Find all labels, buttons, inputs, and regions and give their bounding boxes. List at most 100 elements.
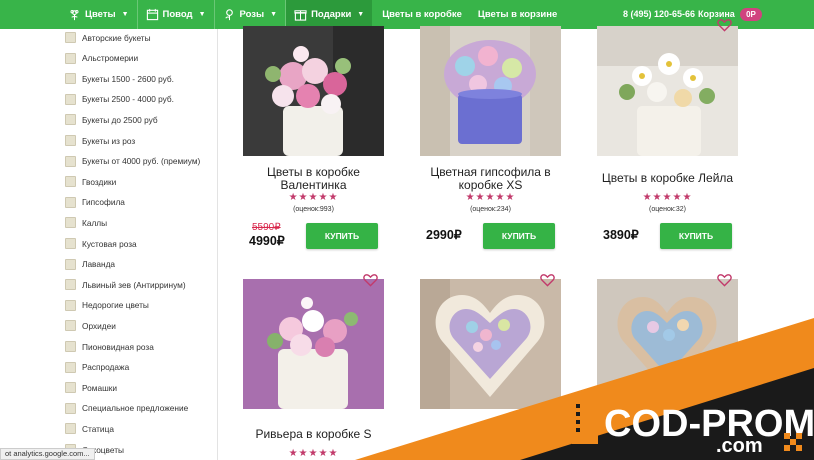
product-name[interactable]: Ривьера в коробке S bbox=[243, 428, 384, 441]
nav-item-label: Розы bbox=[239, 9, 265, 20]
nav-item-occasion[interactable]: Повод ▼ bbox=[138, 0, 214, 29]
product-image[interactable] bbox=[597, 279, 738, 409]
checkbox[interactable] bbox=[65, 258, 76, 270]
coupon-icon bbox=[572, 398, 598, 444]
checkbox[interactable] bbox=[65, 135, 76, 146]
checkbox[interactable] bbox=[65, 155, 76, 167]
filter-label: Орхидеи bbox=[82, 320, 116, 331]
filter-label: Специальное предложение bbox=[82, 403, 189, 414]
filter-checkbox-item[interactable]: Гипсофила bbox=[65, 196, 125, 208]
checkbox[interactable] bbox=[65, 73, 76, 85]
rating-count: (оценок:993) bbox=[293, 206, 334, 213]
product-name[interactable]: Цветы в коробке Лейла bbox=[597, 172, 738, 185]
nav-item-label: Повод bbox=[162, 9, 193, 20]
filter-checkbox-item[interactable]: Букеты 2500 - 4000 руб. bbox=[65, 93, 174, 105]
filter-label: Статица bbox=[82, 423, 114, 434]
checkbox[interactable] bbox=[65, 320, 76, 332]
heart-icon[interactable] bbox=[363, 273, 378, 287]
rose-icon bbox=[224, 9, 233, 21]
checkbox[interactable] bbox=[65, 423, 76, 435]
checkbox[interactable] bbox=[65, 217, 76, 229]
calendar-icon bbox=[146, 8, 158, 21]
filter-checkbox-item[interactable]: Гвоздики bbox=[65, 176, 116, 188]
product-image[interactable] bbox=[420, 26, 561, 156]
rating-count: (оценок:32) bbox=[649, 206, 686, 213]
checkbox[interactable] bbox=[65, 196, 76, 208]
filter-label: Гипсофила bbox=[82, 197, 125, 208]
product-name[interactable]: Цветная гипсофила в коробке XS bbox=[420, 166, 561, 192]
checkbox[interactable] bbox=[65, 238, 76, 249]
nav-item-label: Подарки bbox=[311, 9, 352, 20]
checkbox[interactable] bbox=[65, 114, 76, 126]
product-name[interactable]: Цветы в коробке Валентинка bbox=[243, 166, 384, 192]
nav-item-label: Цветы в корзине bbox=[477, 9, 558, 20]
filter-checkbox-item[interactable]: Лаванда bbox=[65, 258, 115, 270]
filter-label: Букеты до 2500 руб bbox=[82, 114, 158, 125]
filter-label: Букеты 1500 - 2600 руб. bbox=[82, 73, 174, 84]
checkbox[interactable] bbox=[65, 402, 76, 414]
star-rating: ★★★★★ bbox=[288, 192, 339, 203]
filter-checkbox-item[interactable]: Ромашки bbox=[65, 382, 117, 394]
checkbox[interactable] bbox=[65, 93, 76, 105]
gift-icon bbox=[294, 10, 307, 21]
filter-label: Недорогие цветы bbox=[82, 300, 149, 311]
nav-item-roses[interactable]: Розы ▼ bbox=[215, 0, 286, 29]
browser-status-bar: ot analytics.google.com... bbox=[0, 448, 95, 460]
buy-button[interactable]: КУПИТЬ bbox=[660, 223, 732, 249]
star-rating: ★★★★★ bbox=[465, 192, 516, 203]
checkbox[interactable] bbox=[65, 52, 76, 64]
flower-icon bbox=[70, 10, 79, 21]
filter-checkbox-item[interactable]: Недорогие цветы bbox=[65, 299, 149, 311]
checkbox[interactable] bbox=[65, 361, 76, 373]
top-navigation: Цветы ▼ Повод ▼ Розы ▼ Подарки ▼ Цветы в… bbox=[0, 0, 814, 29]
filter-checkbox-item[interactable]: Каллы bbox=[65, 217, 108, 229]
checkbox[interactable] bbox=[65, 176, 76, 188]
checkbox[interactable] bbox=[65, 279, 76, 291]
product-price: 3890₽ bbox=[603, 228, 639, 242]
filter-checkbox-item[interactable]: Кустовая роза bbox=[65, 238, 137, 249]
checkbox[interactable] bbox=[65, 341, 76, 352]
product-image[interactable] bbox=[243, 279, 384, 409]
checker-decoration bbox=[784, 433, 802, 451]
filter-label: Кустовая роза bbox=[82, 238, 137, 249]
promo-title: COD-PROMO bbox=[604, 403, 814, 445]
filter-checkbox-item[interactable]: Статица bbox=[65, 423, 114, 435]
filter-checkbox-item[interactable]: Букеты от 4000 руб. (премиум) bbox=[65, 155, 200, 167]
chevron-down-icon: ▼ bbox=[198, 11, 206, 18]
nav-item-flowers-in-basket[interactable]: Цветы в корзине bbox=[470, 0, 565, 29]
heart-icon[interactable] bbox=[717, 18, 732, 32]
phone-number[interactable]: 8 (495) 120-65-66 bbox=[623, 9, 695, 19]
heart-icon[interactable] bbox=[717, 273, 732, 287]
product-image[interactable] bbox=[420, 279, 561, 409]
filter-checkbox-item[interactable]: Альстромерии bbox=[65, 52, 138, 64]
product-image[interactable] bbox=[597, 26, 738, 156]
buy-button[interactable]: КУПИТЬ bbox=[306, 223, 378, 249]
filter-checkbox-item[interactable]: Пионовидная роза bbox=[65, 341, 154, 352]
product-price: 2990₽ bbox=[426, 228, 462, 242]
filter-checkbox-item[interactable]: Орхидеи bbox=[65, 320, 116, 332]
buy-button[interactable]: КУПИТЬ bbox=[483, 223, 555, 249]
chevron-down-icon: ▼ bbox=[357, 11, 365, 18]
checkbox[interactable] bbox=[65, 382, 76, 394]
filter-checkbox-item[interactable]: Букеты 1500 - 2600 руб. bbox=[65, 73, 174, 85]
old-price: 5590₽ bbox=[252, 222, 281, 233]
product-image[interactable] bbox=[243, 26, 384, 156]
star-rating: ★★★★★ bbox=[288, 448, 339, 459]
checkbox[interactable] bbox=[65, 299, 76, 311]
filter-checkbox-item[interactable]: Букеты до 2500 руб bbox=[65, 114, 158, 126]
filter-checkbox-item[interactable]: Букеты из роз bbox=[65, 135, 135, 146]
filter-checkbox-item[interactable]: Распродажа bbox=[65, 361, 129, 373]
product-price: 4990₽ bbox=[249, 234, 285, 248]
checkbox[interactable] bbox=[65, 32, 76, 43]
filter-label: Каллы bbox=[82, 217, 108, 228]
filter-checkbox-item[interactable]: Авторские букеты bbox=[65, 32, 151, 43]
filter-checkbox-item[interactable]: Специальное предложение bbox=[65, 402, 189, 414]
filter-label: Букеты из роз bbox=[82, 135, 136, 146]
cart-badge[interactable]: 0Р bbox=[740, 8, 762, 21]
promo-subtitle: .com bbox=[716, 435, 763, 457]
nav-item-gifts[interactable]: Подарки ▼ bbox=[286, 0, 373, 29]
heart-icon[interactable] bbox=[540, 273, 555, 287]
nav-item-flowers-in-box[interactable]: Цветы в коробке bbox=[372, 0, 470, 29]
filter-checkbox-item[interactable]: Львиный зев (Антирринум) bbox=[65, 279, 186, 291]
nav-item-flowers[interactable]: Цветы ▼ bbox=[60, 0, 137, 29]
